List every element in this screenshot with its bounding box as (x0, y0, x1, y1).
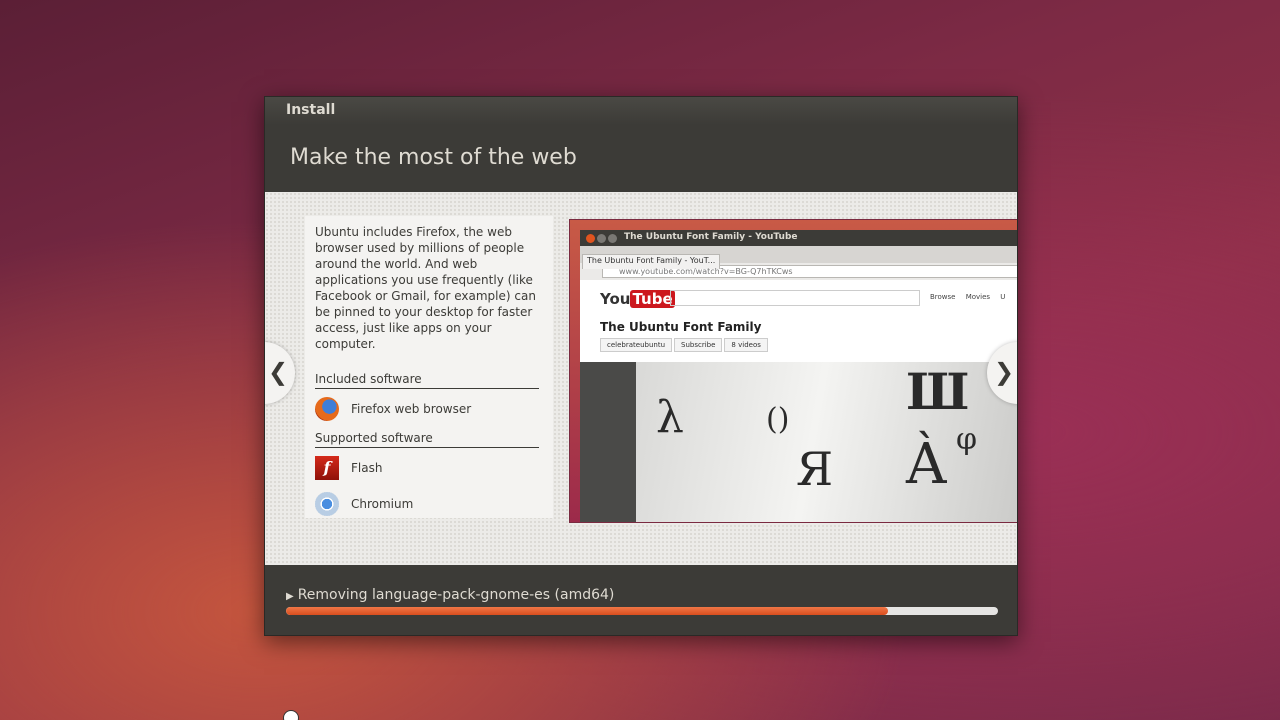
firefox-icon (315, 397, 339, 421)
progress-footer: ▶ Removing language-pack-gnome-es (amd64) (265, 565, 1017, 635)
install-progress-fill (286, 607, 888, 615)
install-status-text: Removing language-pack-gnome-es (amd64) (297, 587, 615, 603)
youtube-logo-icon: You Tube (600, 290, 675, 308)
screenshot-nav-links: Browse Movies U (930, 293, 1006, 301)
screenshot-videos: 8 videos (724, 338, 768, 352)
supported-software-heading: Supported software (315, 431, 539, 448)
software-item-firefox: Firefox web browser (315, 397, 553, 421)
screenshot-subscribe: Subscribe (674, 338, 723, 352)
screenshot-video-frame: λ () Я Ш À φ (636, 362, 1017, 522)
chromium-icon (315, 492, 339, 516)
software-item-label: Firefox web browser (351, 402, 472, 416)
screenshot-window-title: The Ubuntu Font Family - YouTube (580, 230, 1017, 246)
screenshot-channel: celebrateubuntu (600, 338, 673, 352)
slide-text-panel: Ubuntu includes Firefox, the web browser… (305, 216, 553, 518)
included-software-heading: Included software (315, 372, 539, 389)
screenshot-sidebar (580, 362, 636, 522)
install-progress-bar (286, 607, 998, 615)
expand-details-icon[interactable]: ▶ (286, 591, 294, 602)
installer-window: Install Make the most of the web Ubuntu … (264, 96, 1018, 636)
install-status[interactable]: ▶ Removing language-pack-gnome-es (amd64) (286, 587, 1017, 603)
screenshot-browser-window: The Ubuntu Font Family - YouTube The Ubu… (580, 230, 1017, 522)
screenshot-url: www.youtube.com/watch?v=BG-Q7hTKCws (602, 265, 1017, 278)
software-item-label: Chromium (351, 497, 414, 511)
screenshot-video-title: The Ubuntu Font Family (600, 320, 762, 334)
screenshot-title-text: The Ubuntu Font Family - YouTube (624, 232, 798, 242)
slideshow-panel: Ubuntu includes Firefox, the web browser… (265, 192, 1017, 565)
slide-description: Ubuntu includes Firefox, the web browser… (315, 225, 536, 351)
slide-headline: Make the most of the web (290, 145, 577, 170)
flash-icon: f (315, 456, 339, 480)
software-item-flash: f Flash (315, 456, 553, 480)
screenshot-tab-bar: The Ubuntu Font Family - YouT... (580, 246, 1017, 269)
window-controls-icon (586, 234, 619, 246)
browser-screenshot-image: The Ubuntu Font Family - YouTube The Ubu… (569, 219, 1017, 523)
previous-slide-button[interactable]: ❮ (265, 342, 295, 404)
screenshot-search-box (670, 290, 920, 306)
software-item-chromium: Chromium (315, 492, 553, 516)
screenshot-page: You Tube Browse Movies U The Ubuntu Font … (580, 280, 1017, 522)
mouse-cursor-icon (283, 710, 299, 720)
window-title: Install (265, 97, 1017, 125)
software-item-label: Flash (351, 461, 383, 475)
screenshot-channel-buttons: celebrateubuntu Subscribe 8 videos (600, 338, 770, 352)
